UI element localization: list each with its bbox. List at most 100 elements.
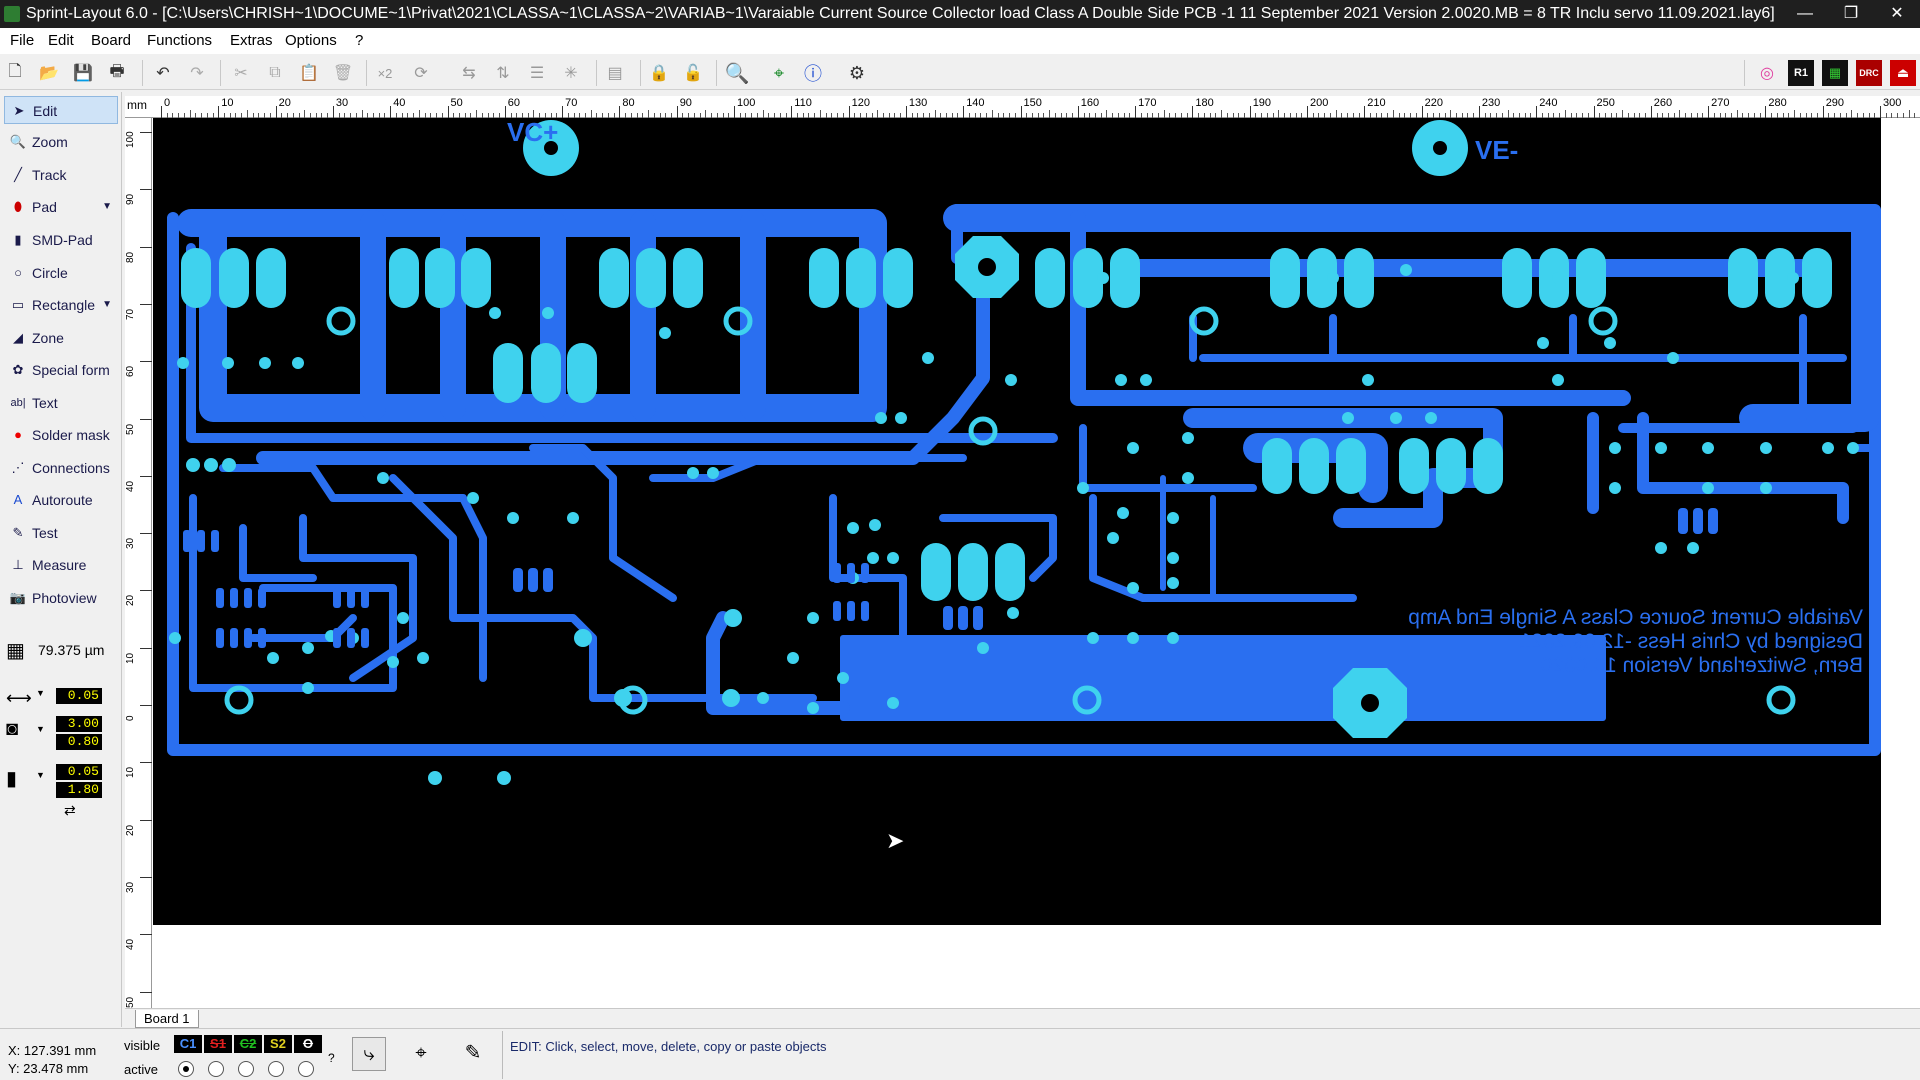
swap-icon[interactable]: ⇄: [64, 802, 76, 819]
grid-value[interactable]: 79.375 µm: [38, 642, 104, 658]
tool-text[interactable]: ab| Text: [4, 389, 118, 417]
align-icon[interactable]: ☰: [524, 60, 550, 86]
lock-icon[interactable]: 🔒: [646, 60, 672, 86]
dropdown-arrow-icon[interactable]: ▼: [36, 724, 45, 734]
rubberband-icon[interactable]: ✎: [456, 1037, 490, 1071]
ruler-left-tick: [140, 934, 152, 936]
undo-icon[interactable]: ↶: [150, 60, 176, 86]
open-icon[interactable]: 📂: [36, 60, 62, 86]
tool-circle[interactable]: ○ Circle: [4, 259, 118, 287]
layer-s1-button[interactable]: S1: [204, 1035, 232, 1053]
rotate-icon[interactable]: ⟳: [408, 60, 434, 86]
group-icon[interactable]: ▤: [602, 60, 628, 86]
drc-icon[interactable]: DRC: [1856, 60, 1882, 86]
tool-connections[interactable]: ⋰ Connections: [4, 454, 118, 482]
tool-measure[interactable]: ⊥ Measure: [4, 551, 118, 579]
save-icon[interactable]: 💾: [70, 60, 96, 86]
duplicate-icon[interactable]: ×2: [372, 60, 398, 86]
menu-functions[interactable]: Functions: [147, 32, 212, 49]
pcb-board[interactable]: VC+ VE- Variable Current Source Class A …: [153, 117, 1881, 925]
settings-icon[interactable]: ⚙: [844, 60, 870, 86]
track-width-input[interactable]: 0.05: [56, 688, 102, 704]
center-icon[interactable]: ✳: [558, 60, 584, 86]
ruler-top-label: 50: [450, 97, 463, 109]
smd-width-input[interactable]: 0.05: [56, 764, 102, 780]
tool-autoroute[interactable]: A Autoroute: [4, 486, 118, 514]
pad-oval: [1270, 248, 1300, 308]
dropdown-arrow-icon[interactable]: ▼: [36, 688, 45, 698]
active-c2-radio[interactable]: [238, 1061, 254, 1077]
layer-s2-button[interactable]: S2: [264, 1035, 292, 1053]
close-button[interactable]: ✕: [1874, 0, 1920, 28]
ruler-top-label: 290: [1825, 97, 1845, 109]
tool-photoview[interactable]: 📷 Photoview: [4, 584, 118, 612]
tool-rectangle[interactable]: ▭ Rectangle ▼: [4, 291, 118, 319]
tab-board-1[interactable]: Board 1: [135, 1010, 199, 1028]
ruler-top-minor-tick: [1794, 110, 1796, 118]
connections-icon: ⋰: [11, 460, 25, 475]
pad-oval: [883, 248, 913, 308]
crosshair-icon[interactable]: ⌖: [404, 1037, 438, 1071]
tool-edit[interactable]: ➤ Edit: [4, 96, 118, 124]
ruler-left-label: 60: [125, 366, 136, 378]
layer-o-button[interactable]: O: [294, 1035, 322, 1053]
layer-c2-button[interactable]: C2: [234, 1035, 262, 1053]
tool-test[interactable]: ✎ Test: [4, 519, 118, 547]
mirror-v-icon[interactable]: ⇅: [490, 60, 516, 86]
active-c1-radio[interactable]: [178, 1061, 194, 1077]
copy-icon[interactable]: ⧉: [262, 60, 288, 86]
delete-icon[interactable]: 🗑: [330, 60, 356, 86]
menu-file[interactable]: File: [10, 32, 34, 49]
ruler-top-minor-tick: [361, 110, 363, 118]
active-o-radio[interactable]: [298, 1061, 314, 1077]
menu-extras[interactable]: Extras: [230, 32, 273, 49]
r1-icon[interactable]: R1: [1788, 60, 1814, 86]
snap-icon[interactable]: ⌖: [766, 60, 792, 86]
pad-inner-input[interactable]: 0.80: [56, 734, 102, 750]
tool-zone[interactable]: ◢ Zone: [4, 324, 118, 352]
active-s2-radio[interactable]: [268, 1061, 284, 1077]
track-mode-icon[interactable]: ⤷: [352, 1037, 386, 1071]
redo-icon[interactable]: ↷: [184, 60, 210, 86]
cut-icon[interactable]: ✂: [228, 60, 254, 86]
mirror-h-icon[interactable]: ⇆: [456, 60, 482, 86]
tool-track[interactable]: ╱ Track: [4, 161, 118, 189]
pad-oval: [219, 248, 249, 308]
pad-oval: [1110, 248, 1140, 308]
minimize-button[interactable]: —: [1782, 0, 1828, 28]
info-icon[interactable]: ⓘ: [800, 60, 826, 86]
tool-zoom[interactable]: 🔍 Zoom: [4, 128, 118, 156]
restore-button[interactable]: ❐: [1828, 0, 1874, 28]
menu-edit[interactable]: Edit: [48, 32, 74, 49]
paste-icon[interactable]: 📋: [296, 60, 322, 86]
new-icon[interactable]: 🗋: [2, 60, 28, 86]
tool-pad[interactable]: ⬮ Pad ▼: [4, 193, 118, 221]
ruler-top-tick: [619, 106, 621, 118]
dropdown-arrow-icon[interactable]: ▼: [102, 193, 112, 221]
dropdown-arrow-icon[interactable]: ▼: [102, 291, 112, 319]
menu-options[interactable]: Options: [285, 32, 337, 49]
exit-icon[interactable]: ⏏: [1890, 60, 1916, 86]
active-s1-radio[interactable]: [208, 1061, 224, 1077]
tool-special-form[interactable]: ✿ Special form: [4, 356, 118, 384]
layer-c1-button[interactable]: C1: [174, 1035, 202, 1053]
label-vc-plus: VC+: [507, 118, 558, 147]
zoom-icon[interactable]: 🔍: [724, 60, 750, 86]
qr-icon[interactable]: ▦: [1822, 60, 1848, 86]
stray-via: [428, 771, 442, 785]
grid-icon[interactable]: ▦: [6, 640, 30, 664]
menu-help[interactable]: ?: [355, 32, 363, 49]
unlock-icon[interactable]: 🔓: [680, 60, 706, 86]
tool-solder-mask[interactable]: ● Solder mask: [4, 421, 118, 449]
pad-icon[interactable]: ◎: [1754, 60, 1780, 86]
pad-outer-input[interactable]: 3.00: [56, 716, 102, 732]
layer-help-icon[interactable]: ?: [328, 1051, 335, 1065]
ruler-left-label: 50: [125, 423, 136, 435]
smd-height-input[interactable]: 1.80: [56, 782, 102, 798]
ruler-left-tick: [140, 533, 152, 535]
pad-oval: [1473, 438, 1503, 494]
menu-board[interactable]: Board: [91, 32, 131, 49]
print-icon[interactable]: 🖶: [104, 60, 130, 86]
dropdown-arrow-icon[interactable]: ▼: [36, 770, 45, 780]
tool-smd-pad[interactable]: ▮ SMD-Pad: [4, 226, 118, 254]
